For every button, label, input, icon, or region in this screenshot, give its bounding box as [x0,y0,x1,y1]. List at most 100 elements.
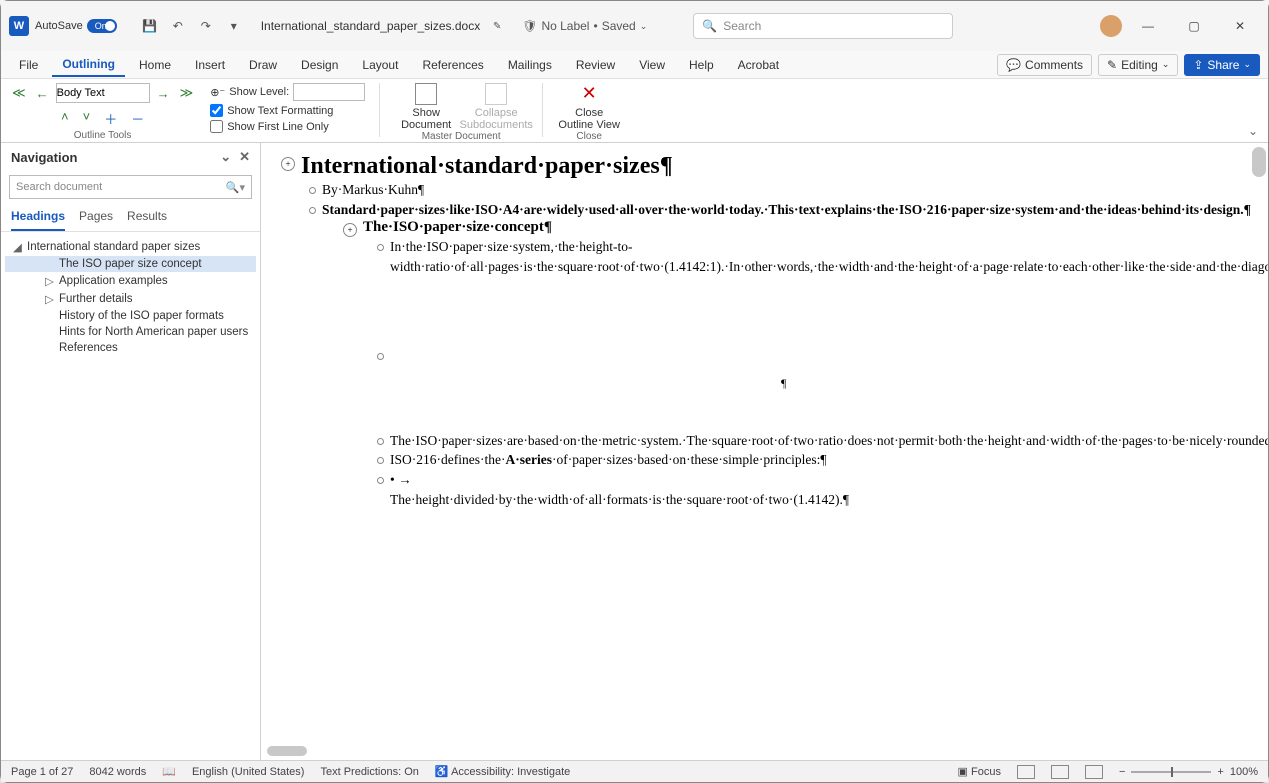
nav-heading-item[interactable]: ▷Further details [5,290,256,308]
status-language[interactable]: English (United States) [192,766,305,778]
comments-button[interactable]: 💬Comments [997,54,1092,76]
outline-bullet-icon[interactable] [309,207,316,214]
ribbon-collapse-icon[interactable]: ⌄ [1248,124,1258,138]
outline-bullet-icon[interactable] [377,457,384,464]
search-icon: 🔍 [702,19,717,33]
tab-layout[interactable]: Layout [352,54,408,76]
nav-heading-item[interactable]: References [5,340,256,356]
outline-bullet-icon[interactable] [377,353,384,360]
minimize-button[interactable]: — [1128,11,1168,41]
status-accessibility[interactable]: ♿ Accessibility: Investigate [435,765,570,778]
move-down-icon[interactable]: ˅ [80,107,94,130]
outline-handle-icon[interactable]: + [281,157,295,171]
vertical-scrollbar[interactable] [1252,147,1266,177]
caret-right-icon[interactable]: ▷ [45,274,55,288]
status-words[interactable]: 8042 words [89,766,146,778]
undo-icon[interactable]: ↶ [167,15,189,37]
zoom-out-button[interactable]: − [1119,766,1125,778]
doc-paragraph[interactable]: • → The·height·divided·by·the·width·of·a… [390,470,810,509]
tab-view[interactable]: View [629,54,675,76]
outline-bullet-icon[interactable] [377,477,384,484]
doc-byline[interactable]: By·Markus·Kuhn¶ [322,180,424,200]
doc-pilcrow-floating[interactable]: ¶ [781,376,1208,391]
horizontal-scrollbar[interactable] [263,744,1250,758]
nav-heading-item[interactable]: History of the ISO paper formats [5,308,256,324]
document-canvas[interactable]: + International·standard·paper·sizes¶ By·… [261,143,1268,549]
doc-title[interactable]: International·standard·paper·sizes¶ [301,153,673,180]
nav-dropdown-icon[interactable]: ⌄ [220,149,231,165]
search-box[interactable]: 🔍 Search [693,13,953,39]
outline-handle-icon[interactable]: + [343,223,357,237]
tab-review[interactable]: Review [566,54,625,76]
doc-blank[interactable] [390,346,393,366]
nav-tab-pages[interactable]: Pages [79,209,113,231]
tab-file[interactable]: File [9,54,48,76]
doc-intro[interactable]: Standard·paper·sizes·like·ISO·A4·are·wid… [322,200,842,220]
tab-outlining[interactable]: Outlining [52,53,125,77]
promote-to-heading1-icon[interactable]: ≪ [9,83,29,103]
nav-search-input[interactable]: Search document 🔍▾ [9,175,252,199]
show-text-formatting-checkbox[interactable]: Show Text Formatting [210,104,365,117]
document-filename[interactable]: International_standard_paper_sizes.docx [261,19,480,33]
zoom-level[interactable]: 100% [1230,766,1258,778]
collapse-icon[interactable]: － [128,107,147,130]
tab-help[interactable]: Help [679,54,724,76]
doc-paragraph[interactable]: In·the·ISO·paper·size·system,·the·height… [390,237,810,276]
show-document-button[interactable]: Show Document [394,83,458,131]
save-status: Saved [602,19,636,33]
save-dropdown-icon[interactable]: ⌄ [640,21,648,32]
nav-tab-results[interactable]: Results [127,209,167,231]
group-label-master: Master Document [422,131,501,142]
show-first-line-checkbox[interactable]: Show First Line Only [210,120,365,133]
filename-dropdown-icon[interactable]: ✎ [486,15,508,37]
promote-icon[interactable]: ← [33,84,52,103]
view-print-icon[interactable] [1051,765,1069,779]
nav-tab-headings[interactable]: Headings [11,209,65,231]
demote-icon[interactable]: → [154,84,173,103]
focus-mode-button[interactable]: ▣ Focus [958,765,1001,778]
nav-heading-root[interactable]: ◢International standard paper sizes [5,238,256,256]
view-read-icon[interactable] [1017,765,1035,779]
tab-references[interactable]: References [412,54,493,76]
save-icon[interactable]: 💾 [139,15,161,37]
zoom-in-button[interactable]: + [1217,766,1223,778]
tab-insert[interactable]: Insert [185,54,235,76]
spellcheck-icon[interactable]: 📖 [162,765,176,778]
status-predictions[interactable]: Text Predictions: On [320,766,418,778]
tab-home[interactable]: Home [129,54,181,76]
nav-close-icon[interactable]: ✕ [239,149,250,165]
nav-heading-item[interactable]: Hints for North American paper users [5,324,256,340]
tab-draw[interactable]: Draw [239,54,287,76]
maximize-button[interactable]: ▢ [1174,11,1214,41]
doc-h2[interactable]: The·ISO·paper·size·concept¶ [363,219,552,236]
demote-to-body-icon[interactable]: ≫ [177,83,197,103]
caret-down-icon[interactable]: ◢ [13,240,23,254]
doc-paragraph[interactable]: The·ISO·paper·sizes·are·based·on·the·met… [390,431,810,451]
outline-bullet-icon[interactable] [309,187,316,194]
user-avatar[interactable] [1100,15,1122,37]
status-page[interactable]: Page 1 of 27 [11,766,73,778]
expand-icon[interactable]: ＋ [101,107,120,130]
doc-paragraph[interactable]: ISO·216·defines·the·A·series·of·paper·si… [390,450,810,470]
outline-level-select[interactable] [56,83,150,103]
show-level-row[interactable]: ⊕⁻Show Level: [210,83,365,101]
caret-right-icon[interactable]: ▷ [45,292,55,306]
close-outline-button[interactable]: ✕ Close Outline View [557,83,621,131]
tab-acrobat[interactable]: Acrobat [728,54,789,76]
nav-heading-item[interactable]: The ISO paper size concept [5,256,256,272]
show-level-dropdown[interactable] [293,83,365,101]
zoom-slider[interactable] [1131,771,1211,773]
outline-bullet-icon[interactable] [377,244,384,251]
nav-heading-item[interactable]: ▷Application examples [5,272,256,290]
tab-mailings[interactable]: Mailings [498,54,562,76]
redo-icon[interactable]: ↷ [195,15,217,37]
editing-mode-button[interactable]: ✎Editing⌄ [1098,54,1178,76]
move-up-icon[interactable]: ˄ [58,107,72,130]
close-button[interactable]: ✕ [1220,11,1260,41]
outline-bullet-icon[interactable] [377,438,384,445]
word-app-icon: W [9,16,29,36]
view-web-icon[interactable] [1085,765,1103,779]
tab-design[interactable]: Design [291,54,348,76]
share-button[interactable]: ⇪Share⌄ [1184,54,1260,76]
qat-dropdown-icon[interactable]: ▾ [223,15,245,37]
